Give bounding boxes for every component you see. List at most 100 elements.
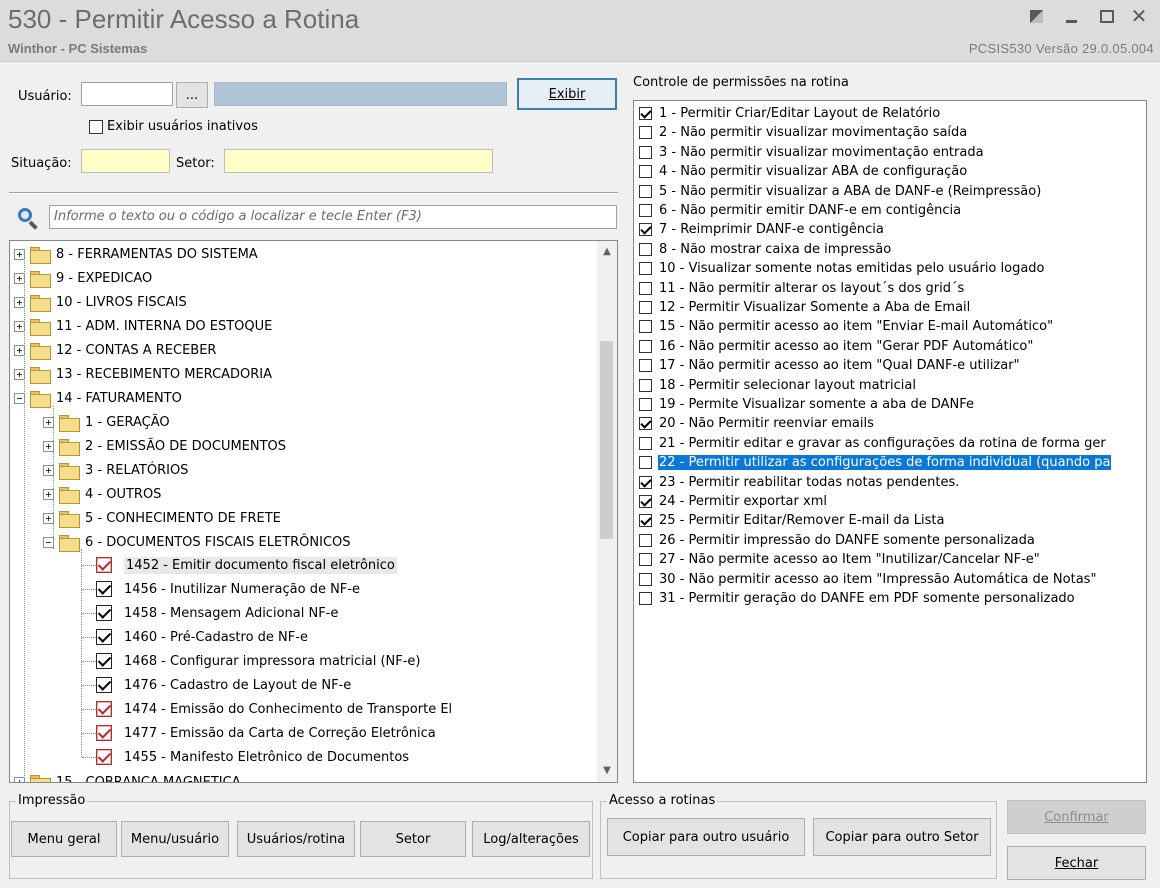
permission-checkbox[interactable] [639, 204, 652, 217]
confirm-button[interactable]: Confirmar [1007, 800, 1146, 834]
permission-item[interactable]: 22 - Permitir utilizar as configurações … [634, 453, 1146, 472]
permission-item[interactable]: 27 - Não permite acesso ao Item "Inutili… [634, 550, 1146, 569]
permission-item[interactable]: 16 - Não permitir acesso ao item "Gerar … [634, 337, 1146, 356]
permission-checkbox[interactable] [639, 592, 652, 605]
inactive-users-checkbox[interactable]: Exibir usuários inativos [89, 119, 258, 134]
scroll-up-icon[interactable]: ▲ [597, 243, 617, 261]
checkbox-icon[interactable] [96, 677, 112, 693]
tree-node-root[interactable]: 11 - ADM. INTERNA DO ESTOQUE [14, 314, 272, 338]
tree-node-sub[interactable]: 5 - CONHECIMENTO DE FRETE [43, 506, 281, 530]
user-code-input[interactable] [81, 82, 173, 106]
checkbox-icon[interactable] [96, 557, 112, 573]
checkbox-icon[interactable] [96, 725, 112, 741]
permission-item[interactable]: 4 - Não permitir visualizar ABA de confi… [634, 162, 1146, 181]
tree-node-sub[interactable]: 4 - OUTROS [43, 482, 161, 506]
permission-item[interactable]: 10 - Visualizar somente notas emitidas p… [634, 259, 1146, 278]
collapse-icon[interactable] [43, 536, 54, 548]
permission-item[interactable]: 23 - Permitir reabilitar todas notas pen… [634, 473, 1146, 492]
expand-icon[interactable] [14, 368, 25, 380]
permission-checkbox[interactable] [639, 456, 652, 470]
permission-checkbox[interactable] [639, 165, 652, 179]
expand-icon[interactable] [14, 344, 25, 356]
tree-node-root[interactable]: 15 - COBRANCA MAGNETICA [14, 770, 241, 782]
copy-to-sector-button[interactable]: Copiar para outro Setor [813, 818, 991, 856]
expand-icon[interactable] [43, 488, 54, 500]
permission-item[interactable]: 31 - Permitir geração do DANFE em PDF so… [634, 589, 1146, 608]
tree-leaf-item[interactable]: 1474 - Emissão do Conhecimento de Transp… [96, 697, 452, 721]
permission-checkbox[interactable] [639, 107, 652, 120]
permission-item[interactable]: 20 - Não Permitir reenviar emails [634, 414, 1146, 433]
checkbox-icon[interactable] [96, 701, 112, 717]
permission-checkbox[interactable] [639, 262, 652, 276]
permission-item[interactable]: 11 - Não permitir alterar os layout´s do… [634, 279, 1146, 298]
menu-geral-button[interactable]: Menu geral [11, 821, 117, 857]
show-button[interactable]: Exibir [517, 78, 617, 110]
expand-icon[interactable] [14, 320, 25, 332]
search-input[interactable]: Informe o texto ou o código a localizar … [49, 205, 617, 229]
expand-icon[interactable] [43, 464, 54, 476]
minimize-icon[interactable] [1058, 4, 1084, 28]
permission-item[interactable]: 25 - Permitir Editar/Remover E-mail da L… [634, 511, 1146, 530]
tree-node-sub[interactable]: 2 - EMISSÃO DE DOCUMENTOS [43, 434, 286, 458]
permission-checkbox[interactable] [639, 184, 652, 198]
situacao-field[interactable] [81, 149, 170, 173]
checkbox-icon[interactable] [96, 581, 112, 597]
expand-icon[interactable] [14, 248, 25, 260]
permission-item[interactable]: 26 - Permitir impressão do DANFE somente… [634, 531, 1146, 550]
checkbox-icon[interactable] [96, 653, 112, 669]
permission-item[interactable]: 30 - Não permitir acesso ao item "Impres… [634, 570, 1146, 589]
permissions-list[interactable]: 1 - Permitir Criar/Editar Layout de Rela… [633, 100, 1147, 783]
tile-icon[interactable] [1023, 4, 1049, 28]
close-button[interactable]: Fechar [1007, 846, 1146, 880]
collapse-icon[interactable] [14, 392, 25, 404]
copy-to-user-button[interactable]: Copiar para outro usuário [607, 818, 805, 856]
permission-item[interactable]: 6 - Não permitir emitir DANF-e em contig… [634, 201, 1146, 220]
permission-item[interactable]: 8 - Não mostrar caixa de impressão [634, 240, 1146, 259]
permission-checkbox[interactable] [639, 281, 652, 295]
scroll-thumb[interactable] [600, 341, 613, 539]
permission-checkbox[interactable] [639, 223, 652, 237]
close-icon[interactable]: ✕ [1126, 4, 1152, 28]
permission-checkbox[interactable] [639, 145, 652, 159]
setor-field[interactable] [224, 149, 493, 173]
expand-icon[interactable] [14, 272, 25, 284]
tree-leaf-item[interactable]: 1477 - Emissão da Carta de Correção Elet… [96, 721, 436, 745]
permission-checkbox[interactable] [639, 572, 652, 586]
permission-item[interactable]: 3 - Não permitir visualizar movimentação… [634, 143, 1146, 162]
permission-checkbox[interactable] [639, 339, 652, 353]
tree-node-sub[interactable]: 1 - GERAÇÃO [43, 410, 170, 434]
tree-node-root[interactable]: 12 - CONTAS A RECEBER [14, 338, 216, 362]
permission-checkbox[interactable] [639, 475, 652, 489]
permission-checkbox[interactable] [639, 398, 652, 411]
permission-item[interactable]: 21 - Permitir editar e gravar as configu… [634, 434, 1146, 453]
tree-node-sub[interactable]: 6 - DOCUMENTOS FISCAIS ELETRÔNICOS [43, 530, 351, 554]
tree-node-root[interactable]: 9 - EXPEDICAO [14, 266, 152, 290]
permission-item[interactable]: 24 - Permitir exportar xml [634, 492, 1146, 511]
permission-checkbox[interactable] [639, 320, 652, 334]
tree-node-root[interactable]: 13 - RECEBIMENTO MERCADORIA [14, 362, 272, 386]
expand-icon[interactable] [43, 440, 54, 452]
permission-item[interactable]: 2 - Não permitir visualizar movimentação… [634, 123, 1146, 142]
expand-icon[interactable] [14, 776, 25, 782]
permission-item[interactable]: 15 - Não permitir acesso ao item "Enviar… [634, 317, 1146, 336]
setor-button[interactable]: Setor [360, 821, 466, 857]
tree-leaf-item[interactable]: 1456 - Inutilizar Numeração de NF-e [96, 577, 360, 601]
permission-item[interactable]: 12 - Permitir Visualizar Somente a Aba d… [634, 298, 1146, 317]
tree-node-root[interactable]: 8 - FERRAMENTAS DO SISTEMA [14, 242, 258, 266]
usuarios-rotina-button[interactable]: Usuários/rotina [237, 821, 355, 857]
permission-checkbox[interactable] [639, 242, 652, 256]
tree-leaf-item[interactable]: 1460 - Pré-Cadastro de NF-e [96, 625, 308, 649]
permission-item[interactable]: 17 - Não permitir acesso ao item "Qual D… [634, 356, 1146, 375]
tree-node-root[interactable]: 10 - LIVROS FISCAIS [14, 290, 187, 314]
tree-leaf-item[interactable]: 1455 - Manifesto Eletrônico de Documento… [96, 745, 409, 769]
tree-leaf-item[interactable]: 1452 - Emitir documento fiscal eletrônic… [96, 553, 397, 577]
scroll-down-icon[interactable]: ▼ [597, 762, 617, 780]
permission-checkbox[interactable] [639, 533, 652, 547]
tree-node-sub[interactable]: 3 - RELATÓRIOS [43, 458, 188, 482]
inactive-users-box[interactable] [89, 119, 103, 134]
permission-item[interactable]: 1 - Permitir Criar/Editar Layout de Rela… [634, 104, 1146, 123]
menu-usuario-button[interactable]: Menu/usuário [121, 821, 229, 857]
permission-checkbox[interactable] [639, 417, 652, 431]
checkbox-icon[interactable] [96, 605, 112, 621]
tree-leaf-item[interactable]: 1468 - Configurar impressora matricial (… [96, 649, 421, 673]
